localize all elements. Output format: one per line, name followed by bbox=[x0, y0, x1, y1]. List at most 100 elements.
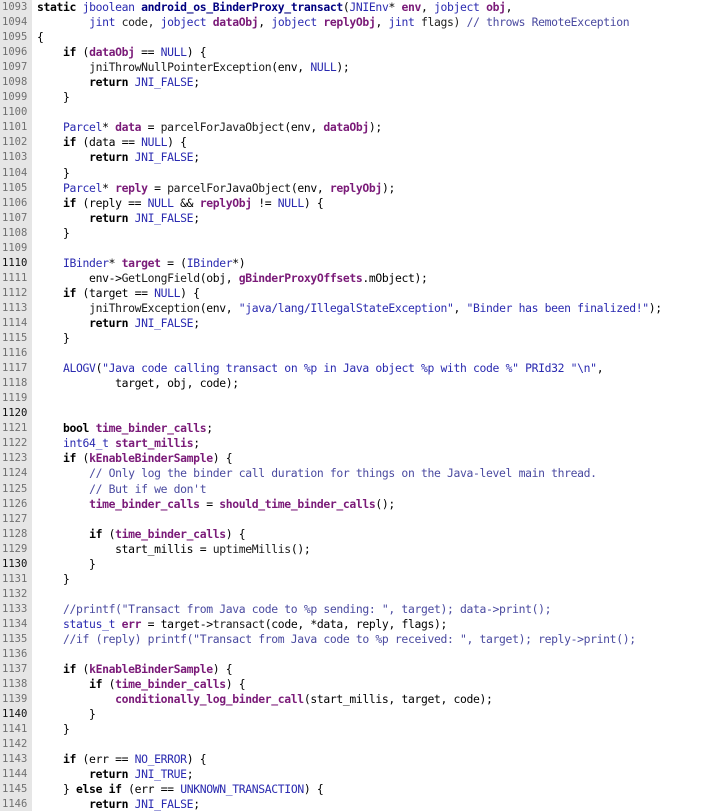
code-line[interactable]: 1115 } bbox=[0, 331, 711, 346]
code-line[interactable]: 1143 if (err == NO_ERROR) { bbox=[0, 752, 711, 767]
code-line[interactable]: 1117 ALOGV("Java code calling transact o… bbox=[0, 361, 711, 376]
code-text: } bbox=[37, 572, 70, 587]
code-line[interactable]: 1096 if (dataObj == NULL) { bbox=[0, 45, 711, 60]
line-number: 1105 bbox=[2, 181, 28, 194]
code-token: jniThrowException bbox=[89, 300, 200, 315]
code-text: time_binder_calls = should_time_binder_c… bbox=[37, 497, 395, 512]
code-line[interactable]: 1100 bbox=[0, 105, 711, 120]
code-line[interactable]: 1107 return JNI_FALSE; bbox=[0, 211, 711, 226]
code-token: flags) bbox=[414, 15, 467, 30]
code-line[interactable]: 1113 jniThrowException(env, "java/lang/I… bbox=[0, 301, 711, 316]
code-token: != bbox=[251, 195, 278, 210]
code-token: ; bbox=[193, 315, 200, 330]
code-editor[interactable]: 1093 static jboolean android_os_BinderPro… bbox=[0, 0, 711, 811]
line-number: 1098 bbox=[2, 76, 28, 89]
line-number: 1093 bbox=[2, 1, 28, 13]
code-line[interactable]: 1125 // But if we don't bbox=[0, 482, 711, 497]
code-line[interactable]: 1134 status_t err = target->transact(cod… bbox=[0, 617, 711, 632]
code-token: , bbox=[453, 300, 467, 315]
code-line[interactable]: 1103 return JNI_FALSE; bbox=[0, 150, 711, 165]
code-token: JNI_FALSE bbox=[134, 150, 194, 165]
code-token: ; bbox=[193, 75, 200, 90]
code-token: return bbox=[89, 75, 129, 90]
code-text: if (kEnableBinderSample) { bbox=[37, 662, 233, 677]
code-token: JNI_FALSE bbox=[134, 75, 194, 90]
code-line[interactable]: 1105 Parcel* reply = parcelForJavaObject… bbox=[0, 181, 711, 196]
code-line[interactable]: 1144 return JNI_TRUE; bbox=[0, 767, 711, 782]
code-token: jobject bbox=[434, 0, 480, 14]
code-line[interactable]: 1141 } bbox=[0, 722, 711, 737]
code-text: if (kEnableBinderSample) { bbox=[37, 451, 233, 466]
code-token: time_binder_calls bbox=[115, 677, 226, 692]
line-number: 1102 bbox=[2, 136, 28, 149]
code-token: parcelForJavaObject bbox=[160, 120, 285, 135]
code-token: else bbox=[76, 782, 103, 797]
code-line[interactable]: 1098 return JNI_FALSE; bbox=[0, 75, 711, 90]
code-line[interactable]: 1127 bbox=[0, 512, 711, 527]
code-token: ALOGV bbox=[63, 361, 96, 376]
code-line[interactable]: 1106 if (reply == NULL && replyObj != NU… bbox=[0, 196, 711, 211]
code-line[interactable]: 1109 bbox=[0, 241, 711, 256]
code-line[interactable]: 1133 //printf("Transact from Java code t… bbox=[0, 602, 711, 617]
code-line[interactable]: 1110 IBinder* target = (IBinder*) bbox=[0, 256, 711, 271]
code-text: int64_t start_millis; bbox=[37, 436, 200, 451]
line-number: 1108 bbox=[2, 226, 28, 239]
code-line[interactable]: 1132 bbox=[0, 587, 711, 602]
code-line[interactable]: 1128 if (time_binder_calls) { bbox=[0, 527, 711, 542]
code-line[interactable]: 1146 return JNI_FALSE; bbox=[0, 797, 711, 811]
code-token: transact bbox=[212, 616, 265, 631]
code-token: return bbox=[89, 797, 129, 811]
code-line[interactable]: 1121 bool time_binder_calls; bbox=[0, 421, 711, 436]
code-token: ) { bbox=[186, 752, 207, 767]
code-line[interactable]: 1111 env->GetLongField(obj, gBinderProxy… bbox=[0, 271, 711, 286]
code-line[interactable]: 1131 } bbox=[0, 572, 711, 587]
code-line[interactable]: 1145 } else if (err == UNKNOWN_TRANSACTI… bbox=[0, 782, 711, 797]
code-token: ( bbox=[76, 662, 90, 677]
code-line[interactable]: 1136 bbox=[0, 647, 711, 662]
code-token: * bbox=[388, 0, 402, 14]
code-token: time_binder_calls bbox=[95, 421, 207, 436]
code-line[interactable]: 1102 if (data == NULL) { bbox=[0, 135, 711, 150]
code-line[interactable]: 1114 return JNI_FALSE; bbox=[0, 316, 711, 331]
code-line[interactable]: 1101 Parcel* data = parcelForJavaObject(… bbox=[0, 120, 711, 135]
code-line[interactable]: 1108 } bbox=[0, 226, 711, 241]
code-line[interactable]: 1094 jint code, jobject dataObj, jobject… bbox=[0, 15, 711, 30]
code-line[interactable]: 1095 { bbox=[0, 30, 711, 45]
code-token: Parcel bbox=[63, 120, 103, 135]
code-token: time_binder_calls bbox=[89, 496, 200, 511]
code-line[interactable]: 1129 start_millis = uptimeMillis(); bbox=[0, 542, 711, 557]
code-token: jint bbox=[89, 15, 116, 30]
code-token: "java/lang/IllegalStateException" bbox=[238, 300, 454, 315]
code-token: PRId32 bbox=[518, 361, 571, 376]
code-line[interactable]: 1124 // Only log the binder call duratio… bbox=[0, 466, 711, 481]
code-token: (env, bbox=[284, 120, 324, 135]
code-token: = bbox=[199, 496, 220, 511]
code-token: "Binder has been finalized!" bbox=[466, 300, 650, 315]
code-line[interactable]: 1135 //if (reply) printf("Transact from … bbox=[0, 632, 711, 647]
code-line[interactable]: 1119 bbox=[0, 391, 711, 406]
code-line[interactable]: 1097 jniThrowNullPointerException(env, N… bbox=[0, 60, 711, 75]
code-line[interactable]: 1093 static jboolean android_os_BinderPro… bbox=[0, 0, 711, 15]
code-line[interactable]: 1123 if (kEnableBinderSample) { bbox=[0, 451, 711, 466]
code-line[interactable]: 1126 time_binder_calls = should_time_bin… bbox=[0, 497, 711, 512]
code-line[interactable]: 1130 } bbox=[0, 557, 711, 572]
code-text: //printf("Transact from Java code to %p … bbox=[37, 602, 551, 617]
code-line[interactable]: 1139 conditionally_log_binder_call(start… bbox=[0, 692, 711, 707]
code-token: err bbox=[121, 616, 142, 631]
code-line[interactable]: 1142 bbox=[0, 737, 711, 752]
code-line[interactable]: 1140 } bbox=[0, 707, 711, 722]
code-line[interactable]: 1104 } bbox=[0, 166, 711, 181]
code-text: bool time_binder_calls; bbox=[37, 421, 213, 436]
code-line[interactable]: 1137 if (kEnableBinderSample) { bbox=[0, 662, 711, 677]
code-line[interactable]: 1099 } bbox=[0, 90, 711, 105]
code-line[interactable]: 1138 if (time_binder_calls) { bbox=[0, 677, 711, 692]
code-line[interactable]: 1122 int64_t start_millis; bbox=[0, 436, 711, 451]
code-line[interactable]: 1116 bbox=[0, 346, 711, 361]
code-line[interactable]: 1118 target, obj, code); bbox=[0, 376, 711, 391]
code-line[interactable]: 1120 bbox=[0, 406, 711, 421]
code-line[interactable]: 1112 if (target == NULL) { bbox=[0, 286, 711, 301]
code-token: NULL bbox=[147, 195, 174, 210]
